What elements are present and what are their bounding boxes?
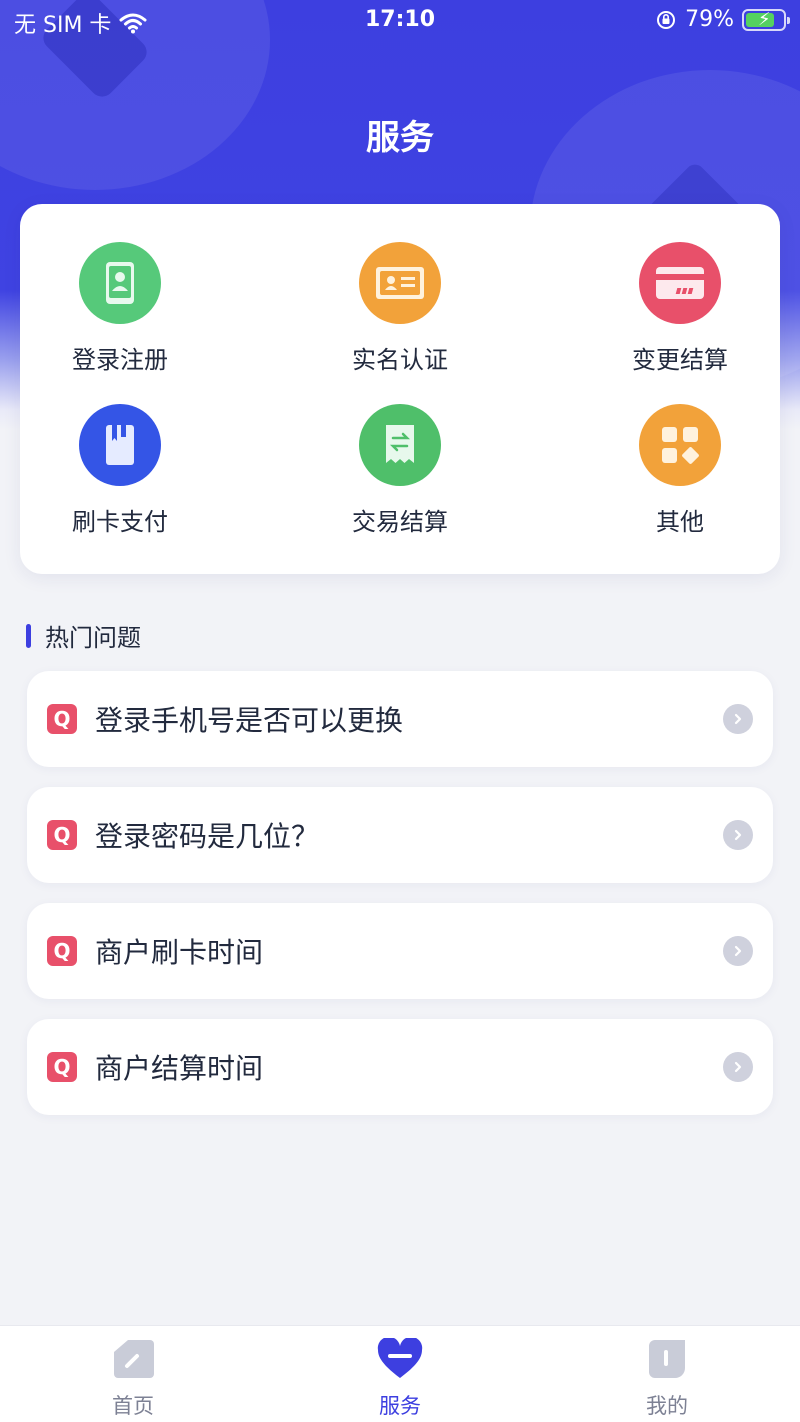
bolt-icon: ⚡ (758, 8, 771, 30)
card-pay-icon (79, 404, 161, 486)
faq-list: Q 登录手机号是否可以更换 Q 登录密码是几位？ Q 商户刷卡时间 Q 商户结算… (27, 671, 773, 1135)
services-card: 登录注册 实名认证 变更结算 刷卡支付 交易结算 其他 (20, 204, 780, 574)
service-label: 刷卡支付 (72, 508, 168, 536)
faq-question: 商户刷卡时间 (95, 936, 264, 969)
home-icon (114, 1340, 154, 1378)
receipt-exchange-icon (359, 404, 441, 486)
section-accent-bar (26, 623, 31, 648)
service-change-settlement[interactable]: 变更结算 (600, 242, 760, 375)
tab-home[interactable]: 首页 (63, 1338, 203, 1420)
faq-question: 登录密码是几位？ (95, 820, 320, 853)
orientation-lock-icon (657, 10, 676, 29)
q-badge-icon: Q (47, 820, 77, 850)
q-badge-icon: Q (47, 936, 77, 966)
service-label: 登录注册 (72, 346, 168, 374)
chevron-right-icon (723, 704, 753, 734)
battery-charging-icon: ⚡ (742, 8, 790, 31)
service-trade-settlement[interactable]: 交易结算 (320, 404, 480, 537)
faq-item[interactable]: Q 登录密码是几位？ (27, 787, 773, 883)
hot-questions-heading: 热门问题 (26, 618, 141, 653)
service-other[interactable]: 其他 (600, 404, 760, 537)
tab-service[interactable]: 服务 (330, 1336, 470, 1420)
faq-item[interactable]: Q 商户刷卡时间 (27, 903, 773, 999)
tab-mine[interactable]: 我的 (597, 1338, 737, 1420)
bank-card-icon (639, 242, 721, 324)
q-badge-icon: Q (47, 704, 77, 734)
faq-question: 商户结算时间 (95, 1052, 264, 1085)
tab-label: 服务 (379, 1394, 421, 1418)
faq-item[interactable]: Q 商户结算时间 (27, 1019, 773, 1115)
page-title: 服务 (366, 118, 434, 158)
heart-icon (377, 1336, 423, 1378)
bottom-tab-bar: 首页 服务 我的 (0, 1325, 800, 1422)
chevron-right-icon (723, 936, 753, 966)
service-label: 其他 (656, 508, 704, 536)
service-page: 无 SIM 卡 17:10 79% ⚡ 服务 登录注册 实名认证 变更结算 刷卡… (0, 0, 800, 1422)
faq-question: 登录手机号是否可以更换 (95, 704, 404, 737)
chevron-right-icon (723, 820, 753, 850)
service-label: 变更结算 (632, 346, 728, 374)
grid-apps-icon (639, 404, 721, 486)
profile-icon (649, 1340, 685, 1378)
service-realname-auth[interactable]: 实名认证 (320, 242, 480, 375)
id-card-icon (359, 242, 441, 324)
tab-label: 我的 (646, 1394, 688, 1418)
battery-percent: 79% (685, 7, 734, 32)
service-label: 实名认证 (352, 346, 448, 374)
chevron-right-icon (723, 1052, 753, 1082)
service-label: 交易结算 (352, 508, 448, 536)
section-title-text: 热门问题 (45, 624, 141, 652)
service-login-register[interactable]: 登录注册 (40, 242, 200, 375)
phone-user-icon (79, 242, 161, 324)
faq-item[interactable]: Q 登录手机号是否可以更换 (27, 671, 773, 767)
q-badge-icon: Q (47, 1052, 77, 1082)
status-bar: 无 SIM 卡 17:10 79% ⚡ (0, 0, 800, 42)
tab-label: 首页 (112, 1394, 154, 1418)
service-card-pay[interactable]: 刷卡支付 (40, 404, 200, 537)
